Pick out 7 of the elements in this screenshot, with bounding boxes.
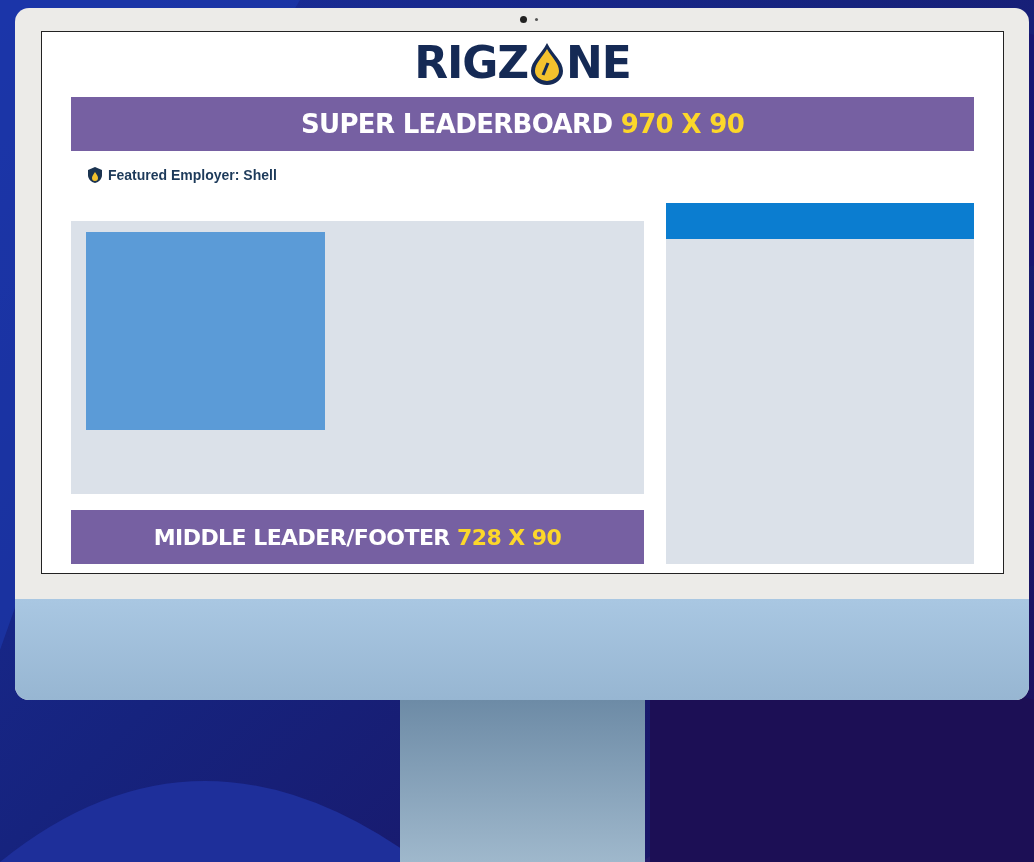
sensor-icon [535,18,538,21]
camera-icon [520,16,527,23]
logo: RIGZ NE [414,38,631,88]
shield-icon [86,166,104,184]
featured-employer-text: Featured Employer: Shell [108,165,277,185]
banner-label: SUPER LEADERBOARD 970 X 90 [300,107,745,141]
banner-label: MIDDLE LEADER/FOOTER 728 X 90 [153,523,562,552]
